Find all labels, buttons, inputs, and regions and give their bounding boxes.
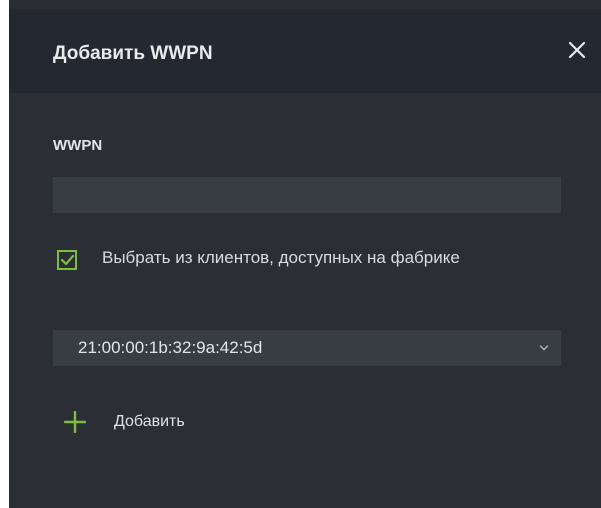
close-icon	[568, 41, 586, 59]
wwpn-label: WWPN	[53, 137, 103, 154]
add-button[interactable]: Добавить	[64, 409, 244, 439]
choose-from-fabric-label: Выбрать из клиентов, доступных на фабрик…	[102, 248, 460, 267]
plus-icon	[64, 411, 86, 433]
close-button[interactable]	[560, 33, 594, 67]
add-wwpn-dialog: Добавить WWPN WWPN Выбрать из клиентов, …	[9, 9, 601, 508]
checkbox-checked-icon	[57, 250, 77, 270]
dialog-header: Добавить WWPN	[9, 9, 601, 93]
dialog-title: Добавить WWPN	[53, 43, 213, 64]
client-select[interactable]: 21:00:00:1b:32:9a:42:5d	[53, 330, 561, 366]
add-button-label: Добавить	[114, 413, 185, 430]
choose-from-fabric-checkbox[interactable]	[57, 250, 77, 270]
wwpn-input[interactable]	[53, 177, 561, 213]
app-frame: Добавить WWPN WWPN Выбрать из клиентов, …	[9, 0, 601, 508]
client-select-value: 21:00:00:1b:32:9a:42:5d	[78, 338, 263, 357]
chevron-down-icon	[539, 345, 549, 351]
